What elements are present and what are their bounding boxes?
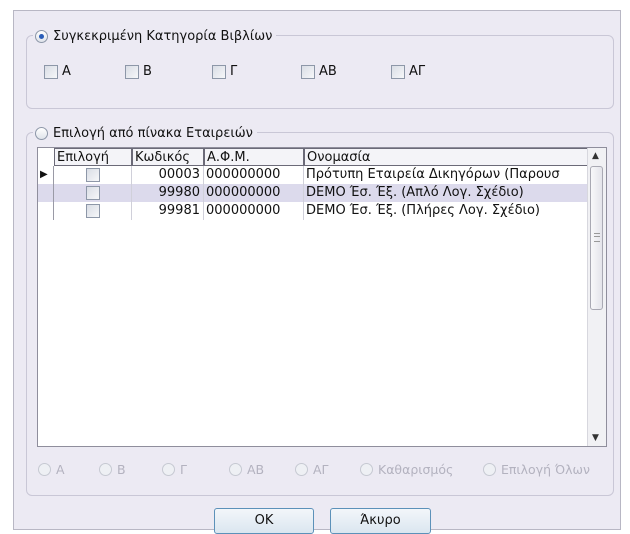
- category-group: Συγκεκριμένη Κατηγορία Βιβλίων A B Γ AB …: [26, 26, 614, 109]
- checkbox-icon[interactable]: [44, 64, 58, 79]
- selection-dialog: Συγκεκριμένη Κατηγορία Βιβλίων A B Γ AB …: [13, 10, 621, 534]
- filter-radio-select-all[interactable]: Επιλογή Όλων: [483, 462, 590, 477]
- cell-afm: 000000000: [204, 166, 304, 184]
- radio-icon[interactable]: [38, 463, 51, 476]
- scrollbar-thumb[interactable]: [590, 166, 603, 310]
- filter-radio-ab[interactable]: AB: [229, 462, 264, 477]
- cancel-button[interactable]: Άκυρο: [330, 508, 431, 534]
- ok-button[interactable]: OK: [214, 508, 314, 534]
- checkbox-icon[interactable]: [85, 204, 100, 218]
- radio-icon[interactable]: [35, 126, 48, 140]
- cell-afm: 000000000: [204, 184, 304, 202]
- filter-radio-a[interactable]: A: [38, 462, 65, 477]
- radio-icon[interactable]: [295, 463, 308, 476]
- companies-table: Επιλογή Κωδικός Α.Φ.Μ. Ονομασία ▶ 00003 …: [37, 147, 607, 447]
- company-radio-option[interactable]: Επιλογή από πίνακα Εταιρειών: [33, 123, 257, 143]
- checkbox-icon[interactable]: [85, 186, 100, 200]
- scroll-up-icon[interactable]: ▲: [592, 151, 599, 161]
- filter-radio-clear[interactable]: Καθαρισμός: [360, 462, 453, 477]
- grip-icon: [594, 233, 600, 242]
- checkbox-icon[interactable]: [85, 168, 100, 182]
- category-radio-option[interactable]: Συγκεκριμένη Κατηγορία Βιβλίων: [33, 26, 277, 46]
- table-header: Επιλογή Κωδικός Α.Φ.Μ. Ονομασία: [38, 148, 590, 166]
- cell-afm: 000000000: [204, 202, 304, 220]
- table-row[interactable]: ▶ 00003 000000000 Πρότυπη Εταιρεία Δικηγ…: [38, 166, 590, 184]
- radio-icon[interactable]: [162, 463, 175, 476]
- radio-icon[interactable]: [99, 463, 112, 476]
- checkbox-icon[interactable]: [212, 64, 226, 79]
- radio-icon[interactable]: [360, 463, 373, 476]
- category-checkbox-ag[interactable]: ΑΓ: [391, 64, 425, 79]
- column-header-code[interactable]: Κωδικός: [132, 148, 204, 166]
- company-radio-label: Επιλογή από πίνακα Εταιρειών: [53, 125, 253, 141]
- checkbox-label: B: [143, 64, 152, 79]
- category-checkbox-ab[interactable]: AB: [301, 64, 337, 79]
- checkbox-label: AB: [319, 64, 337, 79]
- checkbox-label: Γ: [230, 64, 238, 79]
- cell-name: DEMO Έσ. Έξ. (Πλήρες Λογ. Σχέδιο): [304, 202, 590, 220]
- filter-radio-g[interactable]: Γ: [162, 462, 187, 477]
- checkbox-icon[interactable]: [301, 64, 315, 79]
- row-indicator-icon: ▶: [38, 166, 54, 184]
- checkbox-icon[interactable]: [125, 64, 139, 79]
- category-checkbox-a[interactable]: A: [44, 64, 71, 79]
- filter-radio-b[interactable]: B: [99, 462, 126, 477]
- cell-name: Πρότυπη Εταιρεία Δικηγόρων (Παρουσ: [304, 166, 590, 184]
- checkbox-label: ΑΓ: [409, 64, 426, 79]
- column-header-name[interactable]: Ονομασία: [304, 148, 590, 166]
- filter-radio-ag[interactable]: ΑΓ: [295, 462, 329, 477]
- cell-code: 99980: [132, 184, 204, 202]
- checkbox-icon[interactable]: [391, 64, 405, 79]
- company-group: Επιλογή από πίνακα Εταιρειών Επιλογή Κωδ…: [26, 123, 614, 496]
- column-header-select[interactable]: Επιλογή: [54, 148, 132, 166]
- category-checkbox-b[interactable]: B: [125, 64, 152, 79]
- checkbox-label: A: [62, 64, 71, 79]
- scroll-down-icon[interactable]: ▼: [592, 433, 599, 443]
- cell-name: DEMO Έσ. Έξ. (Απλό Λογ. Σχέδιο): [304, 184, 590, 202]
- radio-icon[interactable]: [229, 463, 242, 476]
- cell-code: 99981: [132, 202, 204, 220]
- cell-code: 00003: [132, 166, 204, 184]
- table-vertical-scrollbar[interactable]: ▲ ▼: [587, 148, 606, 446]
- column-header-afm[interactable]: Α.Φ.Μ.: [204, 148, 304, 166]
- category-checkbox-g[interactable]: Γ: [212, 64, 237, 79]
- radio-icon[interactable]: [483, 463, 496, 476]
- radio-icon[interactable]: [35, 29, 48, 43]
- category-radio-label: Συγκεκριμένη Κατηγορία Βιβλίων: [53, 28, 273, 44]
- table-row[interactable]: 99980 000000000 DEMO Έσ. Έξ. (Απλό Λογ. …: [38, 184, 590, 202]
- table-row[interactable]: 99981 000000000 DEMO Έσ. Έξ. (Πλήρες Λογ…: [38, 202, 590, 220]
